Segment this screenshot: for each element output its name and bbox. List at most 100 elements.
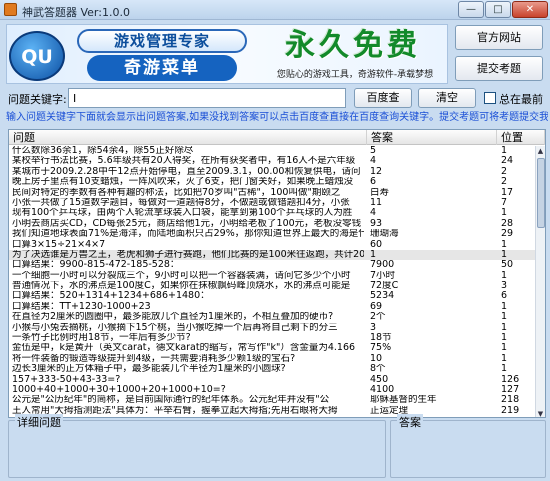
cell-answer: 18节	[370, 333, 392, 344]
cell-position: 2	[501, 177, 508, 188]
table-row[interactable]: 王人常用"大拇指测距法"具体为：平举右臂，握拳立起大拇指;先用右眼将大拇 正运定理…	[9, 406, 535, 416]
detail-answer-label: 答案	[397, 414, 423, 430]
cell-answer: 450	[370, 374, 389, 385]
cell-answer: 12	[370, 166, 383, 177]
cell-question: 一条竹子比例时用18节，一年后有多少节?	[12, 333, 191, 344]
cell-question: 口算3×15÷21×4×7	[12, 239, 106, 250]
window-title: 神武答题器 Ver:1.0.0	[22, 6, 130, 19]
cell-position: 1	[501, 322, 508, 333]
table-row[interactable]: 晚上房子里点有10支蜡烛，一阵风吹来，灭了6支，把门窗关好，如果晚上蜡烛没 6 2	[9, 177, 535, 187]
table-row[interactable]: 民间对特定的季数有各种有趣的称法，比如把70岁叫"古稀"，100叫做"期颐之 白寿…	[9, 188, 535, 198]
table-row[interactable]: 公元是"公历纪年"的简称，是目前国际通行的纪年体系。公元纪年并没有"公 耶稣基督的…	[9, 395, 535, 405]
brand-sub: 奇游菜单	[87, 55, 237, 81]
cell-position: 28	[501, 218, 514, 229]
cell-answer: 93	[370, 218, 383, 229]
detail-question-panel: 详细问题	[8, 414, 386, 478]
cell-question: 口算结果：TT+1230-1000+23	[12, 301, 151, 312]
table-row[interactable]: 口算3×15÷21×4×7 60 1	[9, 240, 535, 250]
cell-answer: 1	[370, 249, 377, 260]
table-row[interactable]: 一个细胞一小时可以分裂成三个，9小时可以把一个容器装满，请问它多少个小时 7小时 1	[9, 271, 535, 281]
vertical-scrollbar[interactable]: ▲ ▼	[535, 146, 545, 417]
column-header-question[interactable]: 问题	[9, 130, 367, 145]
cell-answer: 75%	[370, 343, 392, 354]
cell-position: 1	[501, 239, 508, 250]
always-on-top-checkbox[interactable]	[484, 92, 496, 104]
cell-answer: 3	[370, 322, 377, 333]
cell-question: 什么数除36余1，除54余4，除55正好除尽	[12, 146, 194, 156]
cell-position: 126	[501, 374, 520, 385]
cell-question: 普通情况下，水的沸点是100度C，如果你在抹椒飘码峰顶烧水，水的沸点可能是	[12, 281, 351, 292]
table-row[interactable]: 将一件装备的锻造等级提升到4级，一共需要消耗多少颗1级的宝石? 10 1	[9, 354, 535, 364]
table-row[interactable]: 某城市于2009.2.28中午12点开始停电，直至2009.3.1，00.00和…	[9, 167, 535, 177]
brand-tagline: 您贴心的游戏工具，奇游软件-承载梦想	[276, 70, 434, 80]
table-row[interactable]: 口算结果：520+1314+1234+686+1480： 5234 6	[9, 291, 535, 301]
cell-position: 1	[501, 364, 508, 375]
baidu-search-button[interactable]: 百度查	[354, 88, 412, 108]
table-row[interactable]: 小猴与小兔去摘桃，小猴摘下15个桃，当小猴吃掉一个后再将自己剩下的分三 3 1	[9, 323, 535, 333]
scroll-down-icon[interactable]: ▼	[536, 409, 545, 417]
hint-text: 输入问题关键字下面就会显示出问题答案,如果没找到答案可以点击百度查直接在百度查询…	[6, 112, 548, 123]
official-site-button[interactable]: 官方网站	[455, 25, 543, 50]
maximize-button[interactable]: □	[485, 1, 511, 18]
cell-answer: 正运定理	[370, 405, 409, 416]
keyword-input[interactable]	[68, 88, 346, 108]
cell-answer: 6	[370, 177, 377, 188]
minimize-button[interactable]: —	[458, 1, 484, 18]
table-row[interactable]: 某校举行书法比赛，5.6年级共有20人得奖，在所有获奖者中，有16人不是六年级 4…	[9, 156, 535, 166]
cell-question: 某校举行书法比赛，5.6年级共有20人得奖，在所有获奖者中，有16人不是六年级	[12, 156, 356, 167]
detail-answer-panel: 答案	[390, 414, 546, 478]
scroll-up-icon[interactable]: ▲	[536, 146, 545, 156]
cell-question: 口算结果：520+1314+1234+686+1480：	[12, 291, 210, 302]
cell-question: 一个细胞一小时可以分裂成三个，9小时可以把一个容器装满，请问它多少个小时	[12, 270, 351, 281]
table-row[interactable]: 普通情况下，水的沸点是100度C，如果你在抹椒飘码峰顶烧水，水的沸点可能是 72度…	[9, 281, 535, 291]
table-row[interactable]: 1000+40+1000+30+1000+20+1000+10=? 4100 127	[9, 385, 535, 395]
cell-answer: 5234	[370, 291, 395, 302]
cell-position: 1	[501, 333, 508, 344]
table-row[interactable]: 为了决选谁是万兽之王，老虎和狮子进行赛跑，他们比赛的是100米往返跑，共计200…	[9, 249, 535, 261]
table-row[interactable]: 口算结果：TT+1230-1000+23 69 1	[9, 302, 535, 312]
cell-question: 小张一共做了15道数学题目，每做对一道题得8分，不做题或做错题扣4分，小张	[12, 197, 350, 208]
cell-position: 1	[501, 312, 508, 323]
column-header-answer[interactable]: 答案	[367, 130, 497, 145]
cell-answer: 7900	[370, 260, 395, 271]
banner-ad[interactable]: QU 游戏管理专家 奇游菜单 永久免费 您贴心的游戏工具，奇游软件-承载梦想	[6, 24, 448, 84]
table-row[interactable]: 小明去商店买CD，CD每张25元，商店给他1元，小明给老板了100元，老板没零钱…	[9, 219, 535, 229]
cell-position: 1	[501, 249, 508, 260]
cell-question: 小猴与小兔去摘桃，小猴摘下15个桃，当小猴吃掉一个后再将自己剩下的分三	[12, 322, 338, 333]
table-row[interactable]: 在直径为2厘米的圆圈中，最多能放几个直径为1厘米的，不相互叠加的硬币? 2个 1	[9, 312, 535, 322]
table-row[interactable]: 口算结果：9900-815-472-185-528： 7900 50	[9, 260, 535, 270]
table-row[interactable]: 一条竹子比例时用18节，一年后有多少节? 18节 1	[9, 333, 535, 343]
table-row[interactable]: 金伍是中，k是黄开（英文carat，德文karat的缩写，常写作"k"）含金量为…	[9, 343, 535, 353]
table-row[interactable]: 边长3厘米的正方体箱子中，最多能装几个半径为1厘米的小圆球? 8个 1	[9, 364, 535, 374]
table-row[interactable]: 157+333-50+43-33=? 450 126	[9, 375, 535, 385]
cell-question: 晚上房子里点有10支蜡烛，一阵风吹来，灭了6支，把门窗关好，如果晚上蜡烛没	[12, 177, 354, 188]
table-row[interactable]: 现有100个乒乓球，由两个人轮流拿球装入口袋，能拿到第100个乒乓球的人为胜 4 1	[9, 208, 535, 218]
cell-question: 边长3厘米的正方体箱子中，最多能装几个半径为1厘米的小圆球?	[12, 364, 286, 375]
column-header-position[interactable]: 位置	[497, 130, 545, 145]
cell-question: 157+333-50+43-33=?	[12, 374, 121, 385]
close-button[interactable]: ✕	[512, 1, 548, 18]
cell-question: 小明去商店买CD，CD每张25元，商店给他1元，小明给老板了100元，老板没零钱	[12, 218, 362, 229]
cell-question: 将一件装备的锻造等级提升到4级，一共需要消耗多少颗1级的宝石?	[12, 353, 296, 364]
cell-position: 6	[501, 291, 508, 302]
keyword-label: 问题关键字:	[8, 93, 67, 106]
cell-position: 7	[501, 197, 508, 208]
table-row[interactable]: 小张一共做了15道数学题目，每做对一道题得8分，不做题或做错题扣4分，小张 11 7	[9, 198, 535, 208]
cell-question: 1000+40+1000+30+1000+20+1000+10=?	[12, 384, 226, 395]
table-body: 什么数除36余1，除54余4，除55正好除尽 5 1 某校举行书法比赛，5.6年级共有…	[9, 146, 535, 417]
question-table[interactable]: 问题 答案 位置 什么数除36余1，除54余4，除55正好除尽 5 1 某校举行书法比…	[8, 129, 546, 418]
title-bar: 神武答题器 Ver:1.0.0 — □ ✕	[0, 0, 550, 20]
cell-question: 公元是"公历纪年"的简称，是目前国际通行的纪年体系。公元纪年并没有"公	[12, 395, 330, 406]
cell-position: 3	[501, 281, 508, 292]
cell-position: 127	[501, 384, 520, 395]
cell-question: 民间对特定的季数有各种有趣的称法，比如把70岁叫"古稀"，100叫做"期颐之	[12, 187, 341, 198]
cell-answer: 白寿	[370, 187, 390, 198]
brand-main: 游戏管理专家	[77, 29, 247, 53]
submit-question-button[interactable]: 提交考题	[455, 56, 543, 81]
table-row[interactable]: 我们知道地球表面71%是海洋，而陆地面积只占29%，那你知道世界上最大的海是什珊…	[9, 229, 535, 239]
clear-button[interactable]: 清空	[418, 88, 476, 108]
app-icon	[4, 3, 17, 16]
cell-answer: 69	[370, 301, 383, 312]
table-row[interactable]: 什么数除36余1，除54余4，除55正好除尽 5 1	[9, 146, 535, 156]
scrollbar-thumb[interactable]	[537, 158, 545, 228]
